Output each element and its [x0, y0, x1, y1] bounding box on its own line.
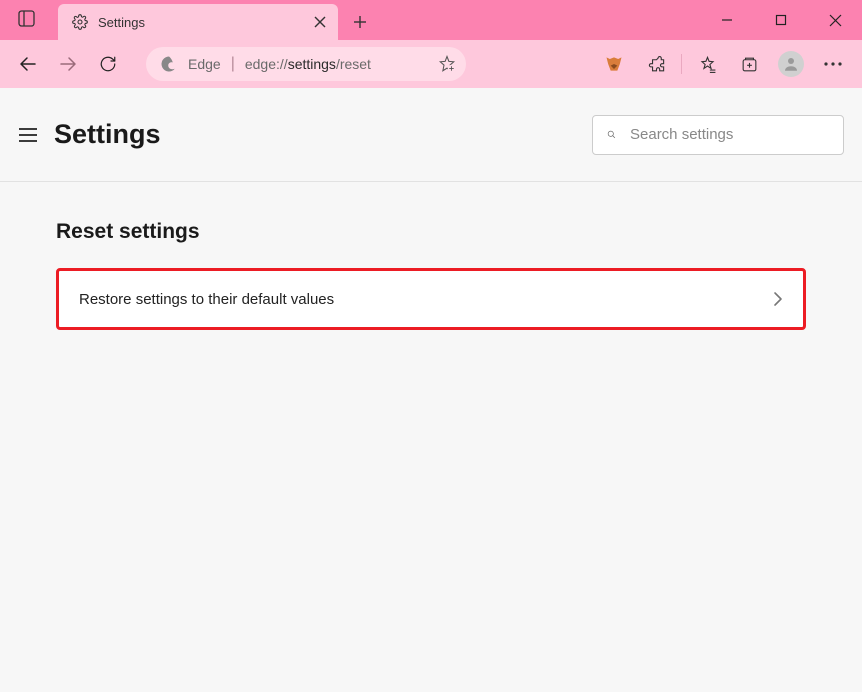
star-plus-icon [438, 55, 456, 73]
toolbar: Edge | edge://settings/reset [0, 40, 862, 88]
tab-actions-button[interactable] [12, 4, 40, 32]
tabview-icon [18, 10, 35, 27]
section-title: Reset settings [56, 220, 806, 244]
close-icon [829, 14, 842, 27]
arrow-right-icon [59, 55, 77, 73]
minimize-icon [721, 14, 733, 26]
more-icon [824, 62, 842, 66]
setting-label: Restore settings to their default values [79, 291, 773, 308]
maximize-button[interactable] [754, 0, 808, 40]
new-tab-button[interactable] [342, 4, 378, 40]
favorites-button[interactable] [688, 46, 726, 82]
search-input[interactable] [630, 126, 829, 143]
close-tab-button[interactable] [314, 16, 326, 28]
back-button[interactable] [10, 46, 46, 82]
forward-button[interactable] [50, 46, 86, 82]
content-area: Settings Reset settings Restore settings… [0, 88, 862, 692]
extension-fox-button[interactable] [595, 46, 633, 82]
puzzle-icon [647, 55, 666, 74]
refresh-icon [99, 55, 117, 73]
close-icon [314, 16, 326, 28]
addressbar-separator: | [231, 55, 235, 73]
profile-button[interactable] [778, 51, 804, 77]
favorite-button[interactable] [438, 55, 456, 73]
search-box[interactable] [592, 115, 844, 155]
restore-defaults-row[interactable]: Restore settings to their default values [56, 268, 806, 330]
reset-section: Reset settings Restore settings to their… [0, 182, 862, 368]
gear-icon [72, 14, 88, 30]
titlebar: Settings [0, 0, 862, 40]
chevron-right-icon [773, 291, 783, 307]
window-controls [700, 0, 862, 40]
star-list-icon [698, 55, 717, 74]
address-bar[interactable]: Edge | edge://settings/reset [146, 47, 466, 81]
browser-tab[interactable]: Settings [58, 4, 338, 40]
menu-button[interactable] [814, 46, 852, 82]
search-icon [607, 126, 616, 143]
refresh-button[interactable] [90, 46, 126, 82]
person-icon [782, 55, 800, 73]
edge-logo-icon [160, 55, 178, 73]
close-window-button[interactable] [808, 0, 862, 40]
tab-title: Settings [98, 15, 304, 30]
plus-icon [353, 15, 367, 29]
page-title: Settings [54, 119, 161, 150]
hamburger-icon [18, 127, 38, 143]
arrow-left-icon [19, 55, 37, 73]
extensions-button[interactable] [637, 46, 675, 82]
addressbar-label: Edge [188, 56, 221, 72]
collections-button[interactable] [730, 46, 768, 82]
titlebar-left [0, 0, 52, 40]
toolbar-divider [681, 54, 682, 74]
maximize-icon [775, 14, 787, 26]
settings-menu-button[interactable] [18, 127, 38, 143]
minimize-button[interactable] [700, 0, 754, 40]
url-text: edge://settings/reset [245, 56, 371, 72]
fox-icon [604, 54, 624, 74]
page-header: Settings [0, 88, 862, 182]
collections-icon [740, 55, 759, 74]
